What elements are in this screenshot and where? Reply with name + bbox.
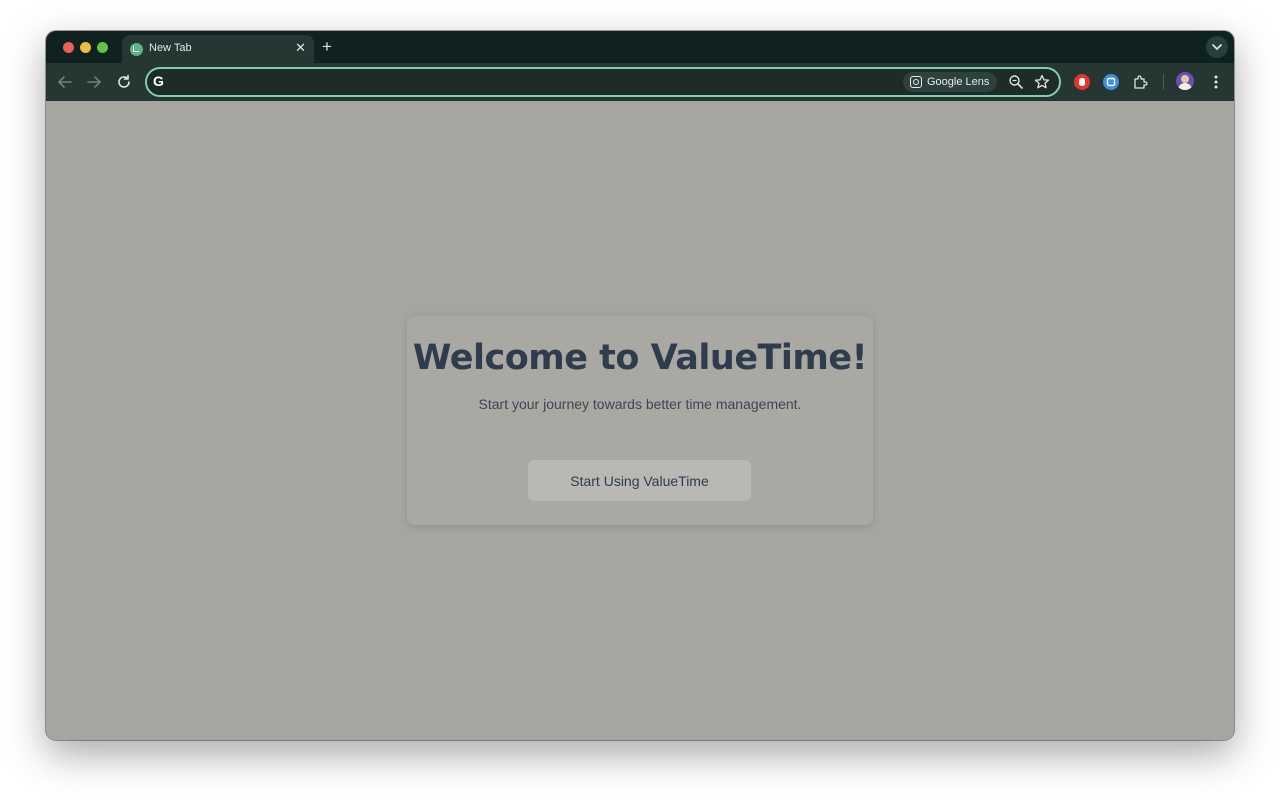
lens-icon: [910, 76, 922, 88]
back-arrow-icon[interactable]: [55, 72, 75, 92]
new-tab-button[interactable]: +: [322, 37, 332, 57]
google-lens-label: Google Lens: [927, 76, 989, 88]
kebab-menu-icon[interactable]: [1208, 73, 1224, 91]
toolbar-divider: [1163, 74, 1164, 90]
valuetime-clock-icon: [130, 43, 143, 56]
blue-badge-extension-icon[interactable]: [1102, 73, 1120, 91]
tab-close-icon[interactable]: ✕: [295, 40, 306, 56]
browser-toolbar: G Google Lens: [46, 63, 1234, 101]
address-bar[interactable]: G Google Lens: [145, 67, 1061, 97]
page-title: Welcome to ValueTime!: [407, 338, 873, 378]
bookmark-star-icon[interactable]: [1033, 73, 1051, 91]
browser-window: New Tab ✕ +: [46, 31, 1234, 740]
forward-arrow-icon[interactable]: [84, 72, 104, 92]
profile-avatar[interactable]: [1176, 72, 1194, 90]
start-using-valuetime-button[interactable]: Start Using ValueTime: [528, 460, 751, 501]
extensions-puzzle-icon[interactable]: [1132, 73, 1150, 91]
tab-strip: New Tab ✕ +: [46, 31, 1234, 63]
red-hand-extension-icon[interactable]: [1073, 73, 1091, 91]
google-lens-button[interactable]: Google Lens: [903, 72, 997, 92]
window-close-button[interactable]: [63, 42, 74, 53]
page-content: Welcome to ValueTime! Start your journey…: [46, 101, 1234, 740]
zoom-icon[interactable]: [1007, 73, 1025, 91]
tab-search-icon[interactable]: [1206, 36, 1228, 58]
google-g-icon: G: [153, 73, 164, 89]
page-subtitle: Start your journey towards better time m…: [407, 396, 873, 412]
tab-title: New Tab: [149, 42, 192, 54]
reload-icon[interactable]: [114, 72, 134, 92]
welcome-card: Welcome to ValueTime! Start your journey…: [407, 316, 873, 525]
window-maximize-button[interactable]: [97, 42, 108, 53]
tab-new-tab[interactable]: New Tab ✕: [122, 35, 314, 63]
window-minimize-button[interactable]: [80, 42, 91, 53]
